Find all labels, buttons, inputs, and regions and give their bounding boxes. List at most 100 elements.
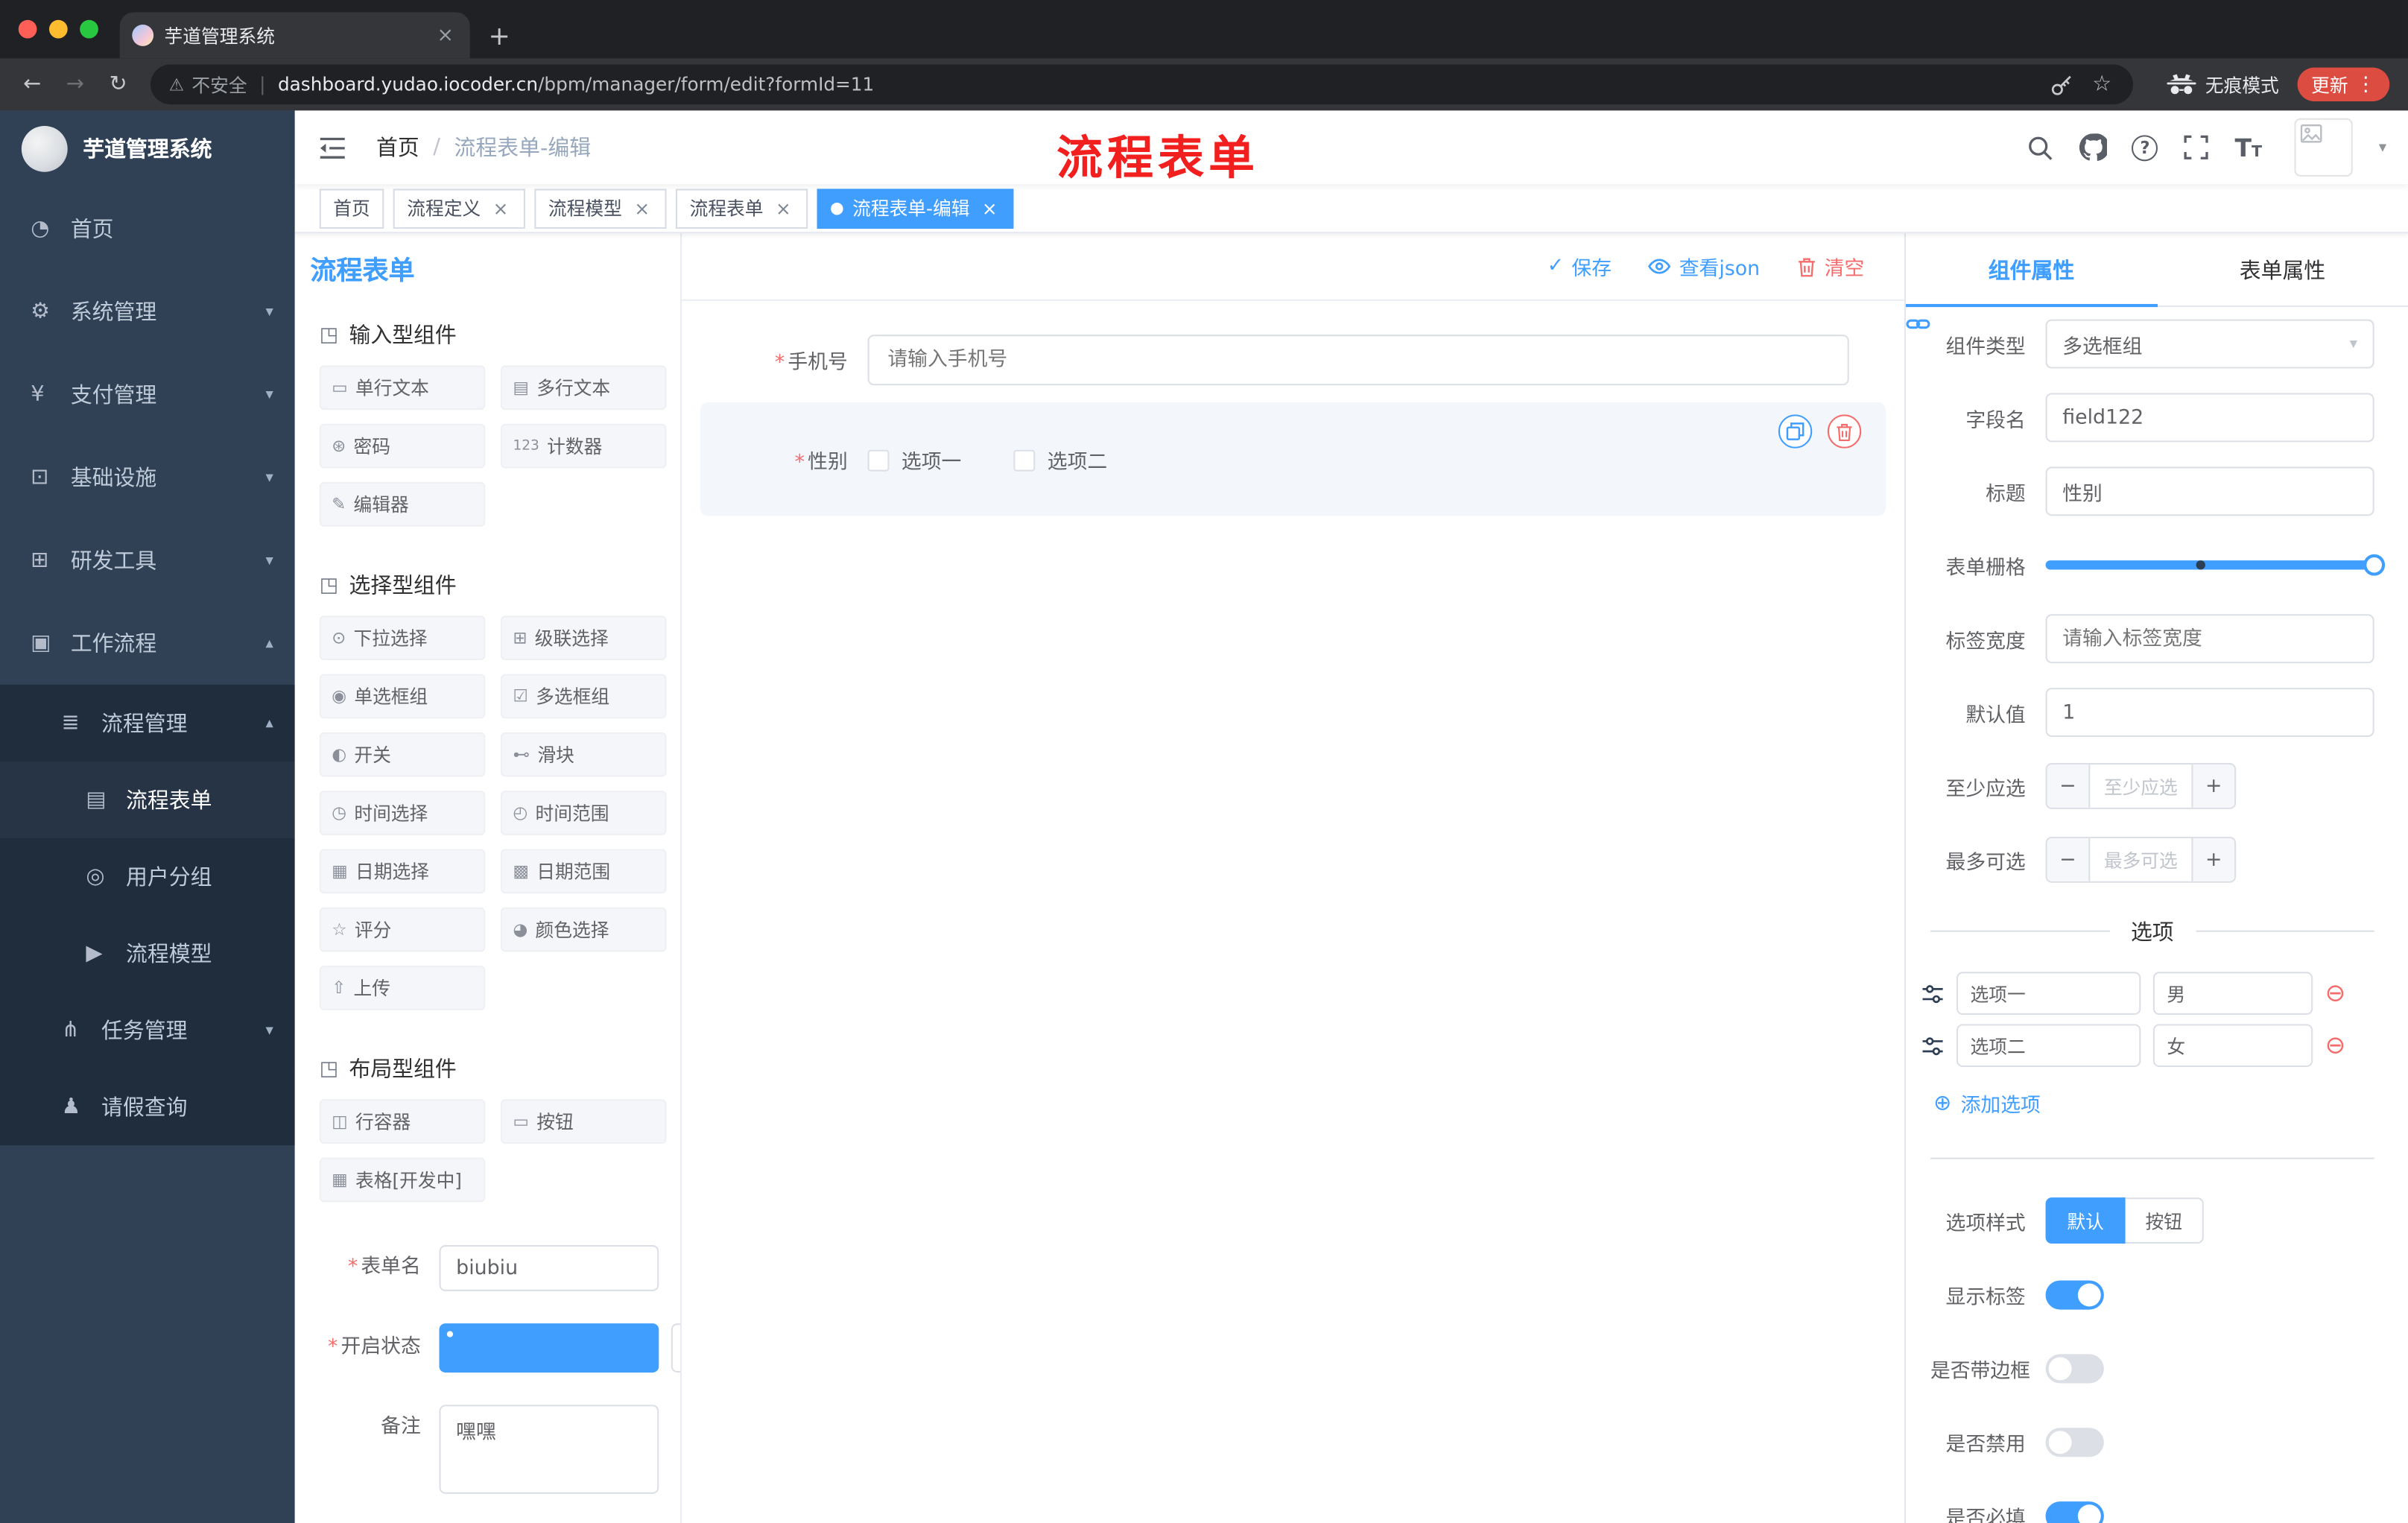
help-icon[interactable]: ?	[2132, 134, 2158, 161]
sidebar-item-system-management[interactable]: ⚙ 系统管理 ▾	[0, 270, 295, 353]
link-icon[interactable]	[1905, 310, 1934, 338]
comp-button[interactable]: ▭ 按钮	[500, 1099, 667, 1144]
view-json-button[interactable]: 查看json	[1648, 252, 1760, 281]
increase-button[interactable]: +	[2191, 838, 2235, 881]
show-label-toggle[interactable]	[2045, 1279, 2104, 1309]
remark-textarea[interactable]: 嘿嘿	[439, 1405, 659, 1494]
gender-checkbox-2[interactable]	[1013, 449, 1036, 471]
required-toggle[interactable]	[2045, 1501, 2104, 1523]
label-width-input[interactable]	[2045, 614, 2374, 664]
avatar[interactable]	[2294, 118, 2353, 177]
form-name-input[interactable]	[439, 1245, 659, 1291]
close-icon[interactable]: ×	[631, 197, 653, 219]
phone-input[interactable]	[867, 335, 1849, 386]
option-label-input[interactable]	[1956, 1024, 2141, 1068]
disabled-toggle[interactable]	[2045, 1427, 2104, 1457]
comp-date-picker[interactable]: ▦ 日期选择	[319, 849, 486, 894]
slider-handle[interactable]	[2363, 554, 2386, 576]
default-value-input[interactable]	[2045, 688, 2374, 738]
grid-slider[interactable]	[2045, 540, 2386, 589]
window-close-button[interactable]	[18, 19, 37, 39]
close-icon[interactable]: ×	[490, 197, 512, 219]
bookmark-star-icon[interactable]: ☆	[2092, 72, 2111, 97]
sidebar-item-payment-management[interactable]: ¥ 支付管理 ▾	[0, 353, 295, 436]
gender-widget-selected[interactable]: * 性别 选项一 选项二	[700, 402, 1886, 516]
sidebar-item-infrastructure[interactable]: ⊡ 基础设施 ▾	[0, 436, 295, 519]
update-button[interactable]: 更新 ⋮	[2297, 67, 2390, 101]
comp-date-range[interactable]: ▩ 日期范围	[500, 849, 667, 894]
comp-counter[interactable]: 123 计数器	[500, 423, 667, 469]
min-stepper-value[interactable]: 至少应选	[2090, 764, 2191, 808]
remove-option-icon[interactable]: ⊖	[2325, 1033, 2346, 1058]
sidebar-item-process-model[interactable]: ▶ 流程模型	[0, 915, 295, 992]
form-canvas[interactable]: *手机号 *性别	[682, 301, 1904, 1523]
sidebar-item-home[interactable]: ◔ 首页	[0, 187, 295, 270]
status-on-label[interactable]: 开启	[671, 1323, 681, 1373]
decrease-button[interactable]: −	[2047, 838, 2091, 881]
font-size-icon[interactable]: TT	[2235, 133, 2263, 162]
back-button[interactable]: ←	[12, 72, 52, 97]
comp-color-picker[interactable]: ◕ 颜色选择	[500, 907, 667, 952]
comp-time-range[interactable]: ◴ 时间范围	[500, 791, 667, 835]
border-toggle[interactable]	[2045, 1353, 2104, 1383]
tag-home[interactable]: 首页	[319, 188, 384, 228]
comp-rate[interactable]: ☆ 评分	[319, 907, 486, 952]
comp-upload[interactable]: ⇧ 上传	[319, 966, 486, 1010]
tab-form-props[interactable]: 表单属性	[2157, 233, 2408, 305]
tab-component-props[interactable]: 组件属性	[1905, 233, 2157, 308]
key-icon[interactable]	[2051, 73, 2074, 96]
sidebar-logo[interactable]: 芋道管理系统	[0, 110, 295, 187]
option-label-input[interactable]	[1956, 972, 2141, 1015]
comp-radio-group[interactable]: ◉ 单选框组	[319, 674, 486, 719]
sidebar-item-dev-tools[interactable]: ⊞ 研发工具 ▾	[0, 519, 295, 601]
title-input[interactable]	[2045, 466, 2374, 516]
sidebar-item-process-management[interactable]: ≣ 流程管理 ▴	[0, 684, 295, 762]
comp-time-picker[interactable]: ◷ 时间选择	[319, 791, 486, 835]
add-option-button[interactable]: ⊕ 添加选项	[1933, 1089, 2374, 1118]
search-icon[interactable]	[2024, 132, 2055, 162]
close-icon[interactable]: ×	[979, 197, 1001, 219]
forward-button[interactable]: →	[55, 72, 95, 97]
option-value-input[interactable]	[2152, 1024, 2313, 1068]
increase-button[interactable]: +	[2191, 764, 2235, 808]
save-button[interactable]: ✓ 保存	[1547, 252, 1612, 281]
comp-password[interactable]: ⊛ 密码	[319, 423, 486, 469]
sidebar-toggle-icon[interactable]	[320, 136, 346, 159]
comp-textarea[interactable]: ▤ 多行文本	[500, 365, 667, 411]
gender-option-1-label[interactable]: 选项一	[902, 446, 961, 475]
phone-field[interactable]: * 手机号	[700, 335, 1886, 386]
address-bar[interactable]: ⚠ 不安全 | dashboard.yudao.iocoder.cn/bpm/m…	[150, 64, 2133, 105]
sidebar-item-process-form[interactable]: ▤ 流程表单	[0, 761, 295, 839]
window-minimize-button[interactable]	[48, 19, 68, 39]
style-default-button[interactable]: 默认	[2045, 1197, 2126, 1244]
field-name-input[interactable]	[2045, 393, 2374, 443]
sidebar-item-user-group[interactable]: ◎ 用户分组	[0, 838, 295, 916]
component-type-select[interactable]: 多选框组 ▾	[2045, 319, 2374, 369]
copy-widget-button[interactable]	[1778, 414, 1813, 449]
comp-checkbox-group[interactable]: ☑ 多选框组	[500, 674, 667, 719]
comp-table[interactable]: ▦ 表格[开发中]	[319, 1157, 486, 1203]
decrease-button[interactable]: −	[2047, 764, 2091, 808]
tag-process-model[interactable]: 流程模型 ×	[534, 188, 667, 228]
tab-close-icon[interactable]: ×	[433, 24, 457, 47]
github-icon[interactable]	[2078, 132, 2108, 162]
comp-slider[interactable]: ⊷ 滑块	[500, 732, 667, 777]
sidebar-item-task-management[interactable]: ⋔ 任务管理 ▾	[0, 992, 295, 1069]
comp-cascader[interactable]: ⊞ 级联选择	[500, 615, 667, 661]
max-stepper-value[interactable]: 最多可选	[2090, 838, 2191, 881]
new-tab-button[interactable]: +	[488, 24, 510, 51]
tag-process-definition[interactable]: 流程定义 ×	[393, 188, 526, 228]
sidebar-item-workflow[interactable]: ▣ 工作流程 ▴	[0, 602, 295, 685]
style-button-button[interactable]: 按钮	[2125, 1197, 2204, 1244]
remove-option-icon[interactable]: ⊖	[2325, 981, 2346, 1006]
fullscreen-icon[interactable]	[2181, 132, 2211, 162]
tag-process-form[interactable]: 流程表单 ×	[676, 188, 808, 228]
browser-tab[interactable]: 芋道管理系统 ×	[119, 12, 470, 59]
close-icon[interactable]: ×	[773, 197, 794, 219]
delete-widget-button[interactable]	[1827, 414, 1862, 449]
comp-select[interactable]: ⊙ 下拉选择	[319, 615, 486, 661]
gender-option-2-label[interactable]: 选项二	[1048, 446, 1107, 475]
comp-editor[interactable]: ✎ 编辑器	[319, 481, 486, 527]
drag-handle-icon[interactable]	[1921, 1034, 1945, 1057]
tag-process-form-edit[interactable]: 流程表单-编辑 ×	[817, 188, 1015, 228]
